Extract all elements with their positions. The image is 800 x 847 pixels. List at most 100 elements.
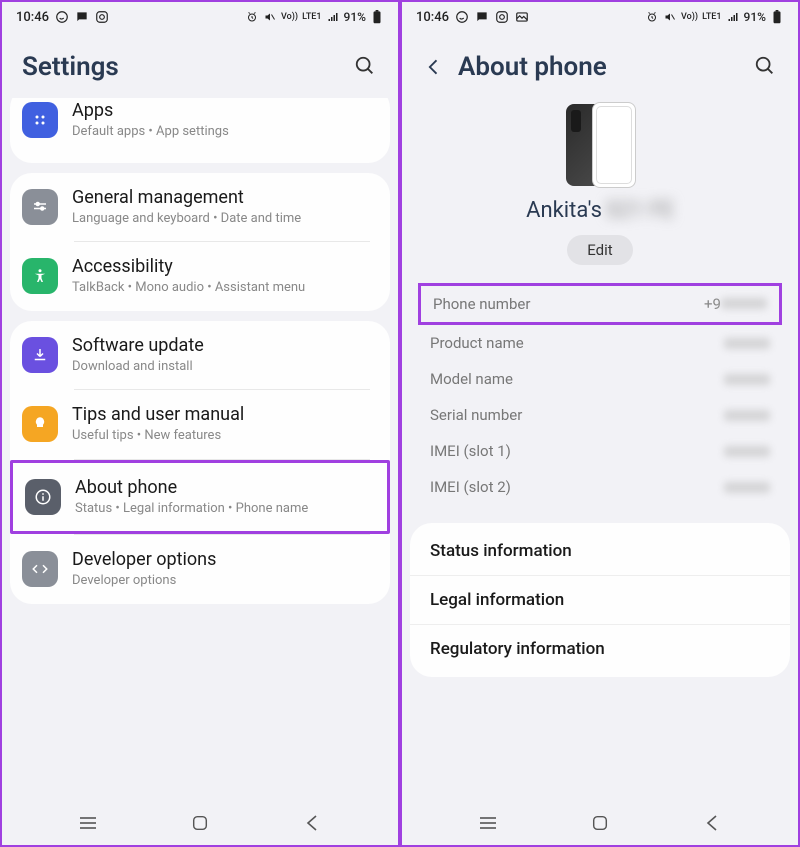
status-network: LTE1 [302,13,321,22]
item-sub: Status • Legal information • Phone name [75,500,371,518]
status-network: LTE1 [702,13,721,22]
whatsapp-icon [455,10,469,24]
chat-icon [75,10,89,24]
nav-recents[interactable] [74,809,102,837]
header: About phone [402,32,798,98]
settings-item-general[interactable]: General management Language and keyboard… [10,173,390,242]
status-carrier: Vo)) [281,13,298,22]
item-title: About phone [75,477,371,498]
settings-item-accessibility[interactable]: Accessibility TalkBack • Mono audio • As… [10,242,390,311]
settings-item-software[interactable]: Software update Download and install [10,321,390,390]
settings-item-developer[interactable]: Developer options Developer options [10,535,390,604]
info-imei-1[interactable]: IMEI (slot 1) [426,433,774,469]
apps-icon [22,102,58,138]
nav-bar [402,801,798,845]
item-title: Developer options [72,549,374,570]
page-title: Settings [22,52,119,82]
info-label: Serial number [430,406,522,424]
general-icon [22,189,58,225]
search-button[interactable] [354,55,378,79]
settings-item-tips[interactable]: Tips and user manual Useful tips • New f… [10,390,390,459]
software-update-icon [22,337,58,373]
info-imei-2[interactable]: IMEI (slot 2) [426,469,774,505]
instagram-icon [95,10,109,24]
info-value: +9 [704,295,721,313]
whatsapp-icon [55,10,69,24]
link-regulatory-information[interactable]: Regulatory information [410,624,790,673]
info-model-name[interactable]: Model name [426,361,774,397]
back-button[interactable] [422,55,446,79]
info-serial-number[interactable]: Serial number [426,397,774,433]
battery-icon [370,10,384,24]
info-label: IMEI (slot 2) [430,478,511,496]
settings-list: Apps Default apps • App settings General… [2,98,398,801]
info-links-card: Status information Legal information Reg… [410,523,790,677]
blurred-value [724,410,770,421]
gallery-icon [515,10,529,24]
item-sub: TalkBack • Mono audio • Assistant menu [72,279,374,297]
device-name-blurred: S21 FE [606,198,674,223]
blurred-value [724,374,770,385]
nav-bar [2,801,398,845]
about-content: Ankita's S21 FE Edit Phone number +9 Pro… [402,98,798,801]
alarm-icon [245,10,259,24]
status-bar: 10:46 Vo)) LTE1 91% [402,2,798,32]
page-title: About phone [458,52,607,82]
item-sub: Default apps • App settings [72,123,374,141]
header: Settings [2,32,398,98]
status-time: 10:46 [416,10,449,25]
item-title: General management [72,187,374,208]
device-image [560,102,640,190]
item-title: Tips and user manual [72,404,374,425]
item-sub: Useful tips • New features [72,427,374,445]
device-hero: Ankita's S21 FE Edit [410,98,790,283]
status-battery-pct: 91% [344,10,366,24]
item-sub: Download and install [72,358,374,376]
developer-icon [22,551,58,587]
item-title: Accessibility [72,256,374,277]
info-label: Product name [430,334,524,352]
status-battery-pct: 91% [744,10,766,24]
settings-item-about-phone[interactable]: About phone Status • Legal information •… [10,460,390,535]
blurred-value [721,298,767,309]
about-phone-icon [25,479,61,515]
nav-back[interactable] [298,809,326,837]
item-title: Software update [72,335,374,356]
status-bar: 10:46 Vo)) LTE1 91% [2,2,398,32]
signal-icon [726,10,740,24]
info-product-name[interactable]: Product name [426,325,774,361]
item-sub: Developer options [72,572,374,590]
blurred-value [724,446,770,457]
link-status-information[interactable]: Status information [410,527,790,575]
chat-icon [475,10,489,24]
accessibility-icon [22,258,58,294]
tips-icon [22,406,58,442]
instagram-icon [495,10,509,24]
blurred-value [724,338,770,349]
item-title: Apps [72,100,374,121]
nav-back[interactable] [698,809,726,837]
info-label: Model name [430,370,513,388]
status-carrier: Vo)) [681,13,698,22]
nav-recents[interactable] [474,809,502,837]
screenshot-settings: 10:46 Vo)) LTE1 91% Settings [0,0,400,847]
info-label: IMEI (slot 1) [430,442,511,460]
signal-icon [326,10,340,24]
device-name-prefix: Ankita's [526,198,602,223]
item-sub: Language and keyboard • Date and time [72,210,374,228]
mute-icon [263,10,277,24]
blurred-value [724,482,770,493]
nav-home[interactable] [186,809,214,837]
info-phone-number[interactable]: Phone number +9 [418,283,782,325]
screenshot-about-phone: 10:46 Vo)) LTE1 91% About phone [400,0,800,847]
edit-button[interactable]: Edit [567,235,632,265]
alarm-icon [645,10,659,24]
link-legal-information[interactable]: Legal information [410,575,790,624]
search-button[interactable] [754,55,778,79]
settings-item-apps[interactable]: Apps Default apps • App settings [10,98,390,155]
status-time: 10:46 [16,10,49,25]
info-label: Phone number [433,295,530,313]
mute-icon [663,10,677,24]
device-info-list: Phone number +9 Product name Model name … [410,283,790,505]
nav-home[interactable] [586,809,614,837]
